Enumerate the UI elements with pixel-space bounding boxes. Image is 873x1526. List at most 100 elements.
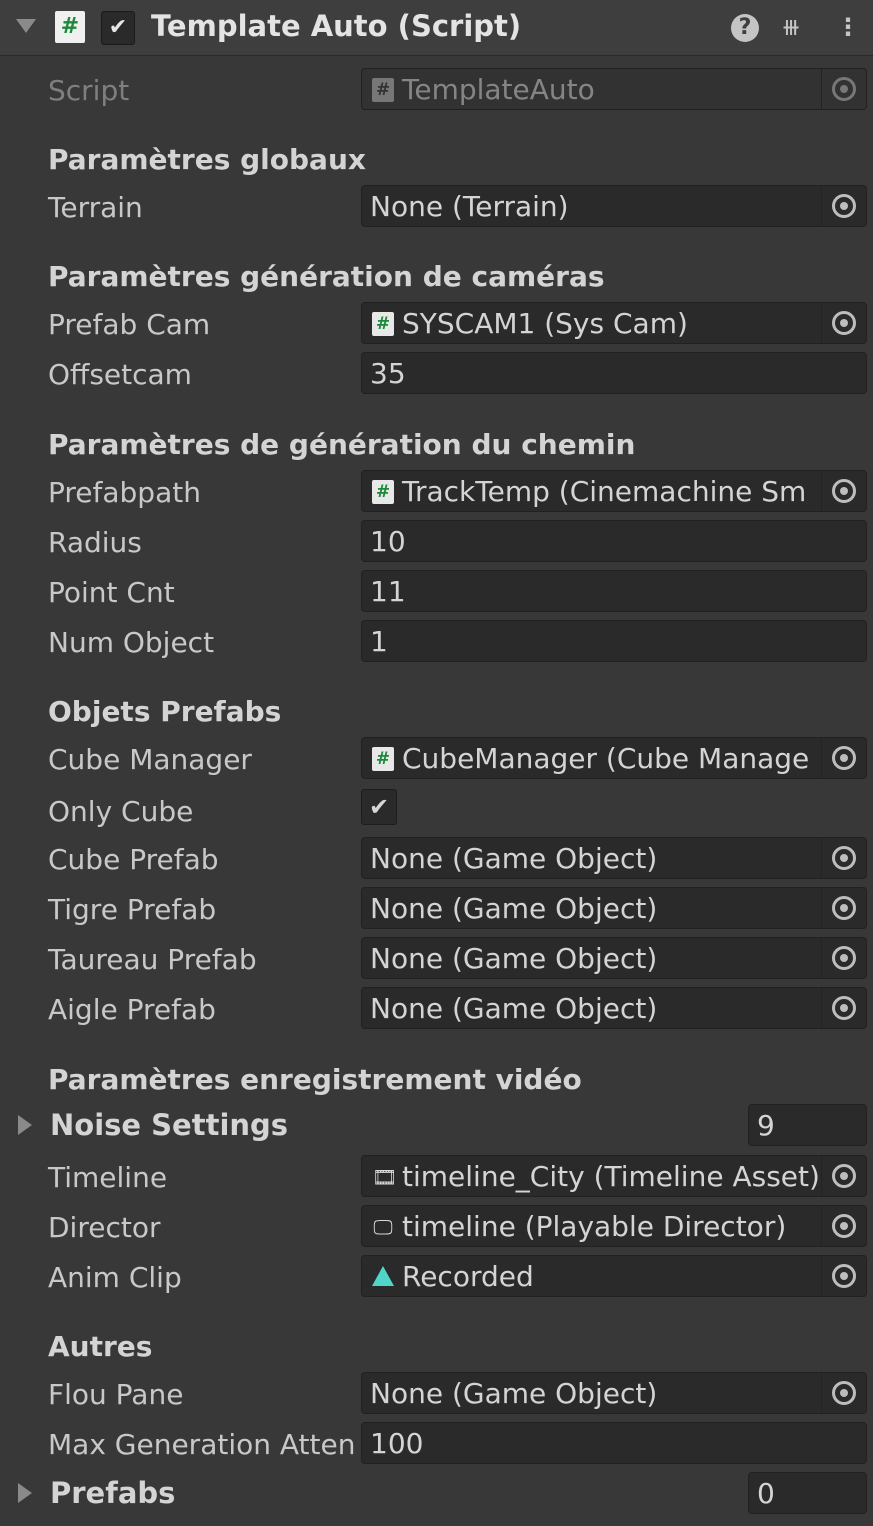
cube-prefab-field[interactable]: None (Game Object) — [361, 837, 867, 879]
taureau-prefab-value: None (Game Object) — [370, 942, 658, 975]
max-generation-label: Max Generation Atten — [48, 1428, 356, 1461]
flou-pane-row: Flou Pane None (Game Object) — [0, 1372, 873, 1416]
script-row: Script # TemplateAuto — [0, 68, 873, 112]
object-picker-button[interactable] — [821, 938, 866, 978]
prefabs-label[interactable]: Prefabs — [50, 1476, 175, 1510]
noise-settings-size-input[interactable]: 9 — [748, 1104, 867, 1146]
expand-arrow-icon[interactable] — [18, 1483, 32, 1503]
tigre-prefab-field[interactable]: None (Game Object) — [361, 887, 867, 929]
script-icon: # — [372, 747, 394, 771]
radius-input[interactable]: 10 — [361, 520, 867, 562]
section-cameras: Paramètres génération de caméras — [48, 260, 605, 293]
aigle-prefab-label: Aigle Prefab — [48, 993, 216, 1026]
prefabs-size-input[interactable]: 0 — [748, 1472, 867, 1514]
offsetcam-input[interactable]: 35 — [361, 352, 867, 394]
script-icon: # — [55, 11, 85, 43]
timeline-field[interactable]: 🎞 timeline_City (Timeline Asset) — [361, 1155, 867, 1197]
taureau-prefab-row: Taureau Prefab None (Game Object) — [0, 937, 873, 981]
component-enabled-checkbox[interactable]: ✔ — [101, 11, 135, 45]
section-objects: Objets Prefabs — [48, 695, 282, 728]
offsetcam-value: 35 — [370, 357, 406, 390]
script-value: TemplateAuto — [402, 73, 595, 106]
target-icon — [832, 1381, 856, 1405]
prefabpath-label: Prefabpath — [48, 476, 201, 509]
flou-pane-field[interactable]: None (Game Object) — [361, 1372, 867, 1414]
director-field[interactable]: 🖵 timeline (Playable Director) — [361, 1205, 867, 1247]
tigre-prefab-value: None (Game Object) — [370, 892, 658, 925]
prefab-cam-row: Prefab Cam # SYSCAM1 (Sys Cam) — [0, 302, 873, 346]
only-cube-checkbox[interactable]: ✔ — [361, 789, 397, 825]
object-picker-button[interactable] — [821, 1373, 866, 1413]
object-picker-button[interactable] — [821, 471, 866, 511]
object-picker-button[interactable] — [821, 738, 866, 778]
num-object-label: Num Object — [48, 626, 215, 659]
animation-clip-icon — [372, 1266, 394, 1286]
point-cnt-value: 11 — [370, 575, 406, 608]
point-cnt-input[interactable]: 11 — [361, 570, 867, 612]
point-cnt-label: Point Cnt — [48, 576, 175, 609]
target-icon — [832, 846, 856, 870]
script-icon: # — [372, 480, 394, 504]
timeline-row: Timeline 🎞 timeline_City (Timeline Asset… — [0, 1155, 873, 1199]
presets-icon[interactable]: ⧻ — [781, 12, 801, 42]
target-icon — [832, 946, 856, 970]
prefabs-row[interactable]: Prefabs 0 — [0, 1472, 873, 1516]
prefab-cam-label: Prefab Cam — [48, 308, 211, 341]
timeline-value: timeline_City (Timeline Asset) — [402, 1160, 820, 1193]
radius-label: Radius — [48, 526, 142, 559]
director-value: timeline (Playable Director) — [402, 1210, 787, 1243]
aigle-prefab-value: None (Game Object) — [370, 992, 658, 1025]
noise-settings-label[interactable]: Noise Settings — [50, 1108, 288, 1142]
director-row: Director 🖵 timeline (Playable Director) — [0, 1205, 873, 1249]
object-picker-button[interactable] — [821, 988, 866, 1028]
max-generation-value: 100 — [370, 1427, 424, 1460]
foldout-arrow-icon[interactable] — [16, 19, 36, 33]
timeline-label: Timeline — [48, 1161, 168, 1194]
anim-clip-field[interactable]: Recorded — [361, 1255, 867, 1297]
cube-manager-field[interactable]: # CubeManager (Cube Manage — [361, 737, 867, 779]
target-icon — [832, 996, 856, 1020]
object-picker-button[interactable] — [821, 888, 866, 928]
aigle-prefab-row: Aigle Prefab None (Game Object) — [0, 987, 873, 1031]
component-title: Template Auto (Script) — [151, 9, 522, 43]
cube-manager-label: Cube Manager — [48, 743, 252, 776]
max-generation-row: Max Generation Atten 100 — [0, 1422, 873, 1466]
expand-arrow-icon[interactable] — [18, 1115, 32, 1135]
section-others: Autres — [48, 1330, 153, 1363]
object-picker-button[interactable] — [821, 1256, 866, 1296]
max-generation-input[interactable]: 100 — [361, 1422, 867, 1464]
anim-clip-row: Anim Clip Recorded — [0, 1255, 873, 1299]
component-header: # ✔ Template Auto (Script) ? ⧻ ⋮ — [0, 0, 873, 56]
anim-clip-label: Anim Clip — [48, 1261, 182, 1294]
object-picker-button[interactable] — [821, 1156, 866, 1196]
section-path: Paramètres de génération du chemin — [48, 428, 636, 461]
object-picker-button[interactable] — [821, 1206, 866, 1246]
terrain-label: Terrain — [48, 191, 143, 224]
timeline-asset-icon: 🎞 — [372, 1165, 398, 1189]
terrain-field[interactable]: None (Terrain) — [361, 185, 867, 227]
prefab-cam-field[interactable]: # SYSCAM1 (Sys Cam) — [361, 302, 867, 344]
object-picker-button[interactable] — [821, 186, 866, 226]
object-picker-button[interactable] — [821, 69, 866, 109]
aigle-prefab-field[interactable]: None (Game Object) — [361, 987, 867, 1029]
script-field[interactable]: # TemplateAuto — [361, 68, 867, 110]
tigre-prefab-label: Tigre Prefab — [48, 893, 217, 926]
prefabpath-field[interactable]: # TrackTemp (Cinemachine Sm — [361, 470, 867, 512]
object-picker-button[interactable] — [821, 303, 866, 343]
noise-settings-row[interactable]: Noise Settings 9 — [0, 1104, 873, 1148]
object-picker-button[interactable] — [821, 838, 866, 878]
prefabpath-value: TrackTemp (Cinemachine Sm — [402, 475, 807, 508]
taureau-prefab-field[interactable]: None (Game Object) — [361, 937, 867, 979]
num-object-input[interactable]: 1 — [361, 620, 867, 662]
context-menu-icon[interactable]: ⋮ — [836, 12, 860, 42]
taureau-prefab-label: Taureau Prefab — [48, 943, 257, 976]
cube-prefab-label: Cube Prefab — [48, 843, 219, 876]
target-icon — [832, 746, 856, 770]
offsetcam-row: Offsetcam 35 — [0, 352, 873, 396]
flou-pane-label: Flou Pane — [48, 1378, 184, 1411]
help-icon[interactable]: ? — [731, 14, 759, 42]
tigre-prefab-row: Tigre Prefab None (Game Object) — [0, 887, 873, 931]
terrain-row: Terrain None (Terrain) — [0, 185, 873, 229]
target-icon — [832, 77, 856, 101]
noise-settings-count: 9 — [757, 1109, 775, 1142]
